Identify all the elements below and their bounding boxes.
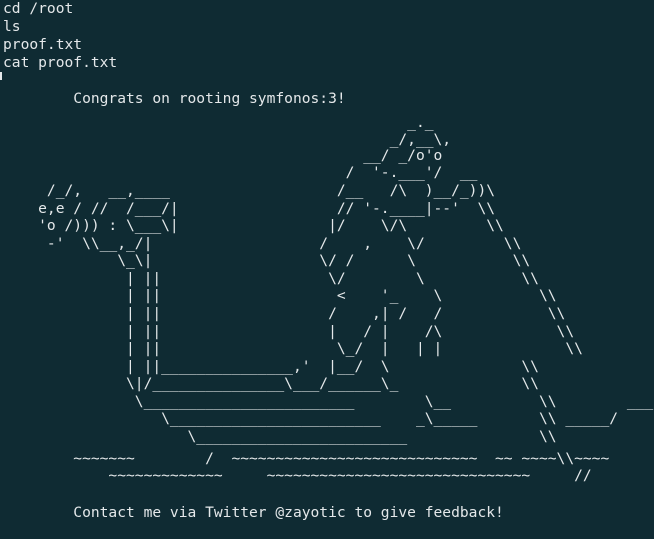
terminal-window[interactable]: cd /root ls proof.txt cat proof.txt Cong… <box>0 0 654 539</box>
ascii-art-line: | ||_______________,' |__/ \ \\ <box>3 358 539 375</box>
ascii-art-line: ~~~~~~~~~~~~~ ~~~~~~~~~~~~~~~~~~~~~~~~~~… <box>3 467 592 484</box>
ascii-art-line: | || | / | /\ \\ <box>3 323 575 340</box>
ascii-art-line: __/ _/o'o <box>3 147 443 164</box>
ascii-art-line: 'o /))) : \___\| |/ \/\ \\ <box>3 217 504 234</box>
ascii-art-line: / '-.___'/ __ <box>3 164 478 181</box>
ascii-art-line: \|/_______________\___/______\_ \\ <box>3 375 539 392</box>
ascii-art-line: \_\| \/ / \ \\ <box>3 252 531 269</box>
ascii-art-line: | || < '_ \ \\ <box>3 287 557 304</box>
ascii-art-line: | || / ,| / / \\ <box>3 305 566 322</box>
ascii-art-line: | || \/ \ \\ <box>3 270 539 287</box>
ascii-art-line: \________________________ _\_____ \\ ___… <box>3 410 619 427</box>
ascii-art-line: | || \_/ | | | \\ <box>3 340 583 357</box>
feedback-message: Contact me via Twitter @zayotic to give … <box>3 504 504 521</box>
terminal-line: proof.txt <box>3 36 83 53</box>
terminal-line: ls <box>3 18 21 35</box>
ascii-art-line: -' \\__,_/| / , \/ \\ <box>3 235 522 252</box>
terminal-cursor <box>0 72 2 80</box>
ascii-art-line: ~~~~~~~ / ~~~~~~~~~~~~~~~~~~~~~~~~~~~~ ~… <box>3 450 610 467</box>
ascii-art-line: e,e / // /___/| // '-.____|--' \\ <box>3 200 496 217</box>
congrats-message: Congrats on rooting symfonos:3! <box>3 90 346 107</box>
ascii-art-line: /_/, __,____ /__ /\ )__/_))\ <box>3 182 496 199</box>
ascii-art-line: \________________________ \__ \\ ___ <box>3 393 654 410</box>
ascii-art-line: \________________________ \\ <box>3 428 557 445</box>
terminal-line: cd /root <box>3 0 74 17</box>
terminal-line: cat proof.txt <box>3 54 118 71</box>
ascii-art-line: _._ <box>3 114 434 131</box>
